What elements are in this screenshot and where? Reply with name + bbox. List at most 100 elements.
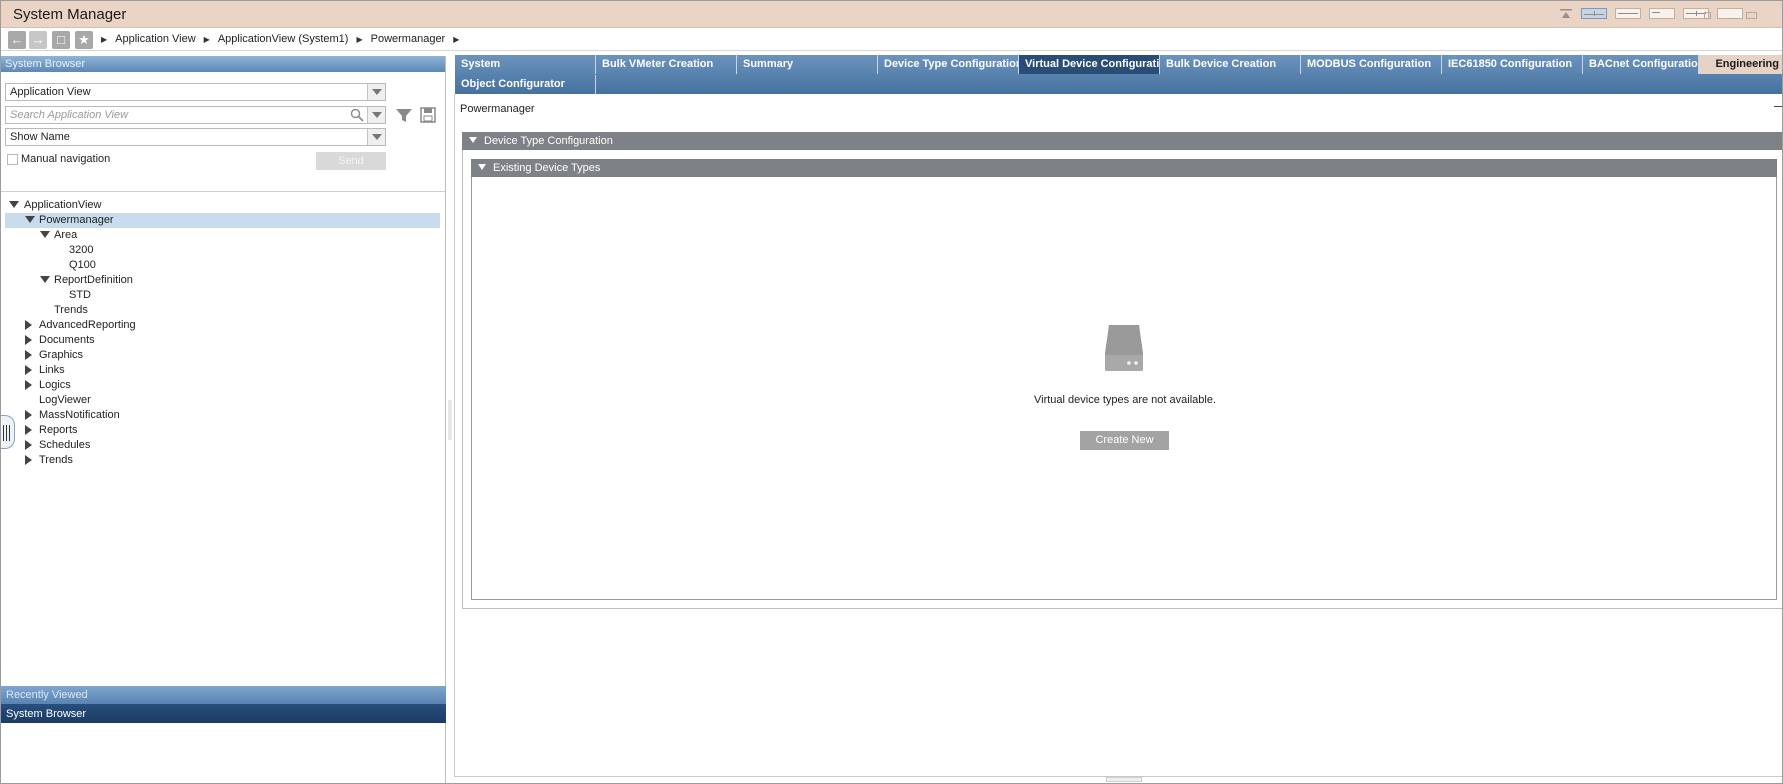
tree-item-label: Schedules [39,439,91,451]
tree-item[interactable]: Documents [0,333,445,348]
manual-navigation-checkbox[interactable] [7,154,18,165]
collapse-icon[interactable] [25,335,32,345]
tree-item[interactable]: Area [0,228,445,243]
pin-icon[interactable] [1774,106,1783,107]
tree-item[interactable]: Graphics [0,348,445,363]
collapse-icon[interactable] [25,410,32,420]
tree-item[interactable]: AdvancedReporting [0,318,445,333]
bottom-resize-handle[interactable] [1106,777,1142,782]
tree-item[interactable]: LogViewer [0,393,445,408]
hard-drive-icon [1103,323,1145,373]
subsection-title: Existing Device Types [493,162,601,174]
tree-item-label: Q100 [69,259,96,271]
collapse-icon[interactable] [25,380,32,390]
tree-item[interactable]: 3200 [0,243,445,258]
recently-viewed-tab[interactable]: Recently Viewed [0,686,446,704]
tree-item[interactable]: Trends [0,303,445,318]
tree-item-label: AdvancedReporting [39,319,136,331]
layout-2-icon[interactable] [1615,8,1641,19]
expand-icon[interactable] [40,231,50,238]
expand-icon[interactable] [9,201,19,208]
restore-icon[interactable] [1746,12,1757,19]
tree-item-label: Trends [54,304,88,316]
collapse-icon[interactable] [25,365,32,375]
collapse-icon[interactable] [25,425,32,435]
forward-arrow-icon[interactable]: → [29,31,47,49]
device-type-configuration-header[interactable]: Device Type Configuration [462,132,1783,150]
system-browser-tab[interactable]: System Browser [0,704,446,723]
breadcrumb-separator-icon[interactable]: ▶ [453,35,459,44]
tree-item-label: Trends [39,454,73,466]
collapse-icon[interactable] [25,440,32,450]
breadcrumb-item[interactable]: Application View [115,33,196,45]
layout-1-icon[interactable] [1581,8,1607,19]
tree-item-label: MassNotification [39,409,120,421]
breadcrumb-item[interactable]: Powermanager [371,33,446,45]
tree-item[interactable]: Trends [0,453,445,468]
breadcrumb-separator-icon: ▶ [101,34,108,44]
chevron-down-icon[interactable] [367,84,385,100]
tab-iec61850-configuration[interactable]: IEC61850 Configuration [1442,55,1583,74]
section-title: Device Type Configuration [484,135,613,147]
pane-splitter[interactable] [448,400,452,440]
view-select[interactable]: Application View [5,83,386,101]
app-title: System Manager [13,6,127,23]
existing-device-types-header[interactable]: Existing Device Types [471,159,1777,177]
monitor-icon[interactable]: □ [52,31,70,49]
tree-item-label: ApplicationView [24,199,102,211]
back-arrow-icon[interactable]: ← [8,31,26,49]
tab-bulk-vmeter-creation[interactable]: Bulk VMeter Creation [596,55,737,74]
tree-item[interactable]: Schedules [0,438,445,453]
page-title: Powermanager [460,103,535,115]
display-select-value: Show Name [10,131,70,143]
collapse-icon[interactable] [25,350,32,360]
filter-icon[interactable] [395,106,413,124]
divider [0,191,445,192]
tab-modbus-configuration[interactable]: MODBUS Configuration [1301,55,1442,74]
tree-item[interactable]: ReportDefinition [0,273,445,288]
expand-icon[interactable] [40,276,50,283]
minimize-icon[interactable] [1727,18,1738,19]
tree-item[interactable]: MassNotification [0,408,445,423]
tree-item-label: Powermanager [39,214,114,226]
breadcrumb-item[interactable]: ApplicationView (System1) [218,33,349,45]
layout-3-icon[interactable] [1649,8,1675,19]
tab-engineering[interactable]: Engineering [1699,55,1783,74]
expand-icon[interactable] [478,164,486,170]
save-icon[interactable] [419,106,437,124]
tree-item[interactable]: ApplicationView [0,198,445,213]
collapse-icon[interactable] [1559,8,1573,19]
lock-icon[interactable] [1704,12,1711,19]
tree-item-label: Area [54,229,78,241]
tab-bulk-device-creation[interactable]: Bulk Device Creation [1160,55,1301,74]
collapse-icon[interactable] [25,320,32,330]
tree-item-selected[interactable]: Powermanager [5,213,440,228]
frame-line [454,94,455,776]
tree-item-label: Links [39,364,65,376]
tree-item[interactable]: Reports [0,423,445,438]
create-new-button[interactable]: Create New [1080,431,1169,450]
search-icon[interactable] [350,108,364,125]
star-icon[interactable]: ★ [75,31,93,49]
collapse-icon[interactable] [25,455,32,465]
tree-item[interactable]: Links [0,363,445,378]
breadcrumb-separator-icon: ▶ [356,34,363,44]
tree-item[interactable]: STD [0,288,445,303]
chevron-down-icon[interactable] [367,107,385,123]
send-button[interactable]: Send [316,152,386,170]
tab-bacnet-configuration[interactable]: BACnet Configuration [1583,55,1699,74]
display-select[interactable]: Show Name [5,128,386,146]
expand-icon[interactable] [469,137,477,143]
tab-virtual-device-configuration[interactable]: Virtual Device Configuratio [1019,55,1160,74]
tree-item[interactable]: Q100 [0,258,445,273]
manual-navigation-label: Manual navigation [21,153,111,165]
tab-system[interactable]: System [455,55,596,74]
expand-icon[interactable] [25,216,35,223]
tab-summary[interactable]: Summary [737,55,878,74]
pane-grip-handle[interactable] [0,415,15,449]
tab-device-type-configuration[interactable]: Device Type Configuration [878,55,1019,74]
chevron-down-icon[interactable] [367,129,385,145]
tree-item[interactable]: Logics [0,378,445,393]
tab-object-configurator[interactable]: Object Configurator [455,75,596,94]
search-input[interactable]: Search Application View [5,106,386,124]
